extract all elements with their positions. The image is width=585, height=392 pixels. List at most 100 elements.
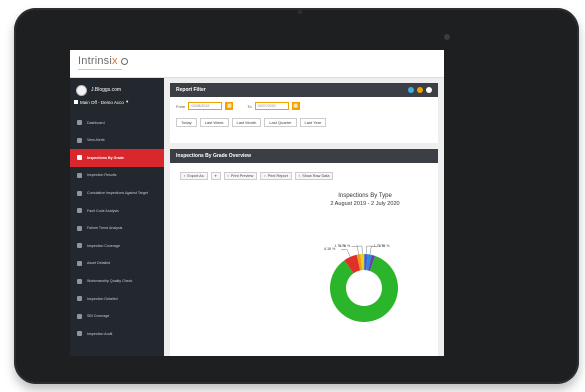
sidebar-item-label: View Alerts — [87, 138, 105, 143]
chevron-down-icon: ▾ — [214, 174, 217, 178]
sidebar-item[interactable]: Asset Detailed — [70, 255, 164, 273]
table-icon: ▪ — [298, 174, 301, 178]
overview-title: Inspections By Grade Overview — [176, 153, 252, 159]
toolbar-button[interactable]: ▪ Print Preview — [223, 172, 258, 180]
list-icon — [77, 173, 82, 179]
sidebar-item-label: Dashboard — [87, 120, 105, 125]
tablet-frame: Intrinsix J.Bloggs.com Main Off - Demo A… — [14, 8, 579, 384]
sidebar-item-label: Fault Code Analysis — [87, 208, 119, 213]
quick-range-button[interactable]: Last Quarter — [264, 118, 297, 127]
sidebar-item-label: SBI Coverage — [87, 314, 110, 319]
user-profile[interactable]: J.Bloggs.com — [76, 84, 121, 96]
toolbar-button[interactable]: ▪ Export As — [180, 172, 208, 180]
sidebar-item-label: Failure Trend Analysis — [87, 226, 123, 231]
slice-leader-line — [341, 249, 351, 257]
sidebar-item[interactable]: Cumulative Inspections Against Target — [70, 184, 164, 202]
panel-controls — [408, 87, 432, 93]
toolbar-button-label: Show Raw Data — [302, 174, 330, 178]
sidebar-item[interactable]: Inspection Coverage — [70, 237, 164, 255]
code-icon — [77, 208, 82, 214]
warning-icon — [77, 137, 82, 143]
app-logo[interactable]: Intrinsix — [78, 55, 128, 67]
donut-chart — [330, 245, 398, 322]
slice-leader-line — [365, 245, 373, 255]
overview-header: Inspections By Grade Overview — [170, 149, 438, 163]
date-range: From 02/08/2019 ▦ To 02/07/2020 ▦ — [176, 102, 300, 110]
to-date-input[interactable]: 02/07/2020 — [254, 102, 289, 110]
toolbar-button-label: Print Report — [267, 174, 288, 178]
sidebar-item-label: Inspection Coverage — [87, 243, 120, 248]
toolbar-button-label: Print Preview — [230, 174, 254, 178]
toolbar-button[interactable]: ▾ — [210, 172, 221, 180]
logo-accent: x — [112, 55, 118, 67]
check-icon — [77, 278, 82, 284]
audit-icon — [77, 331, 82, 337]
office-name: Main Off - Demo Acco — [80, 99, 124, 105]
from-label: From — [176, 103, 186, 109]
grid-icon — [77, 243, 82, 249]
home-icon — [77, 120, 82, 126]
sidebar-item[interactable]: Inspection Detailed — [70, 290, 164, 308]
camera-icon — [444, 34, 450, 40]
quick-range-button[interactable]: Today — [176, 118, 197, 127]
target-icon — [77, 190, 82, 196]
report-filter-title: Report Filter — [176, 87, 206, 93]
sidebar-item[interactable]: Failure Trend Analysis — [70, 220, 164, 238]
sidebar-item[interactable]: Inspection Audit — [70, 325, 164, 343]
app-screen: Intrinsix J.Bloggs.com Main Off - Demo A… — [70, 50, 444, 356]
slice-leader-line — [369, 246, 378, 255]
search-icon: ▪ — [227, 174, 229, 178]
slice-label: 1.76 % — [378, 244, 390, 249]
office-selector[interactable]: Main Off - Demo Acco ▾ — [74, 99, 128, 105]
quick-range-button[interactable]: Last Year — [299, 118, 327, 127]
asset-icon — [77, 261, 82, 267]
coverage-icon — [77, 313, 82, 319]
stage: Intrinsix J.Bloggs.com Main Off - Demo A… — [0, 0, 585, 392]
trend-icon — [77, 225, 82, 231]
logo-mark-icon — [120, 57, 128, 65]
sidebar: J.Bloggs.com Main Off - Demo Acco ▾ Dash… — [70, 78, 164, 356]
sidebar-item[interactable]: Inspections By Grade — [70, 149, 164, 167]
toolbar-button[interactable]: ▪ Show Raw Data — [294, 172, 334, 180]
sidebar-item[interactable]: SBI Coverage — [70, 308, 164, 326]
sidebar-item-label: Asset Detailed — [87, 261, 111, 266]
close-dot-icon[interactable] — [426, 87, 432, 93]
overview-panel: Inspections By Grade Overview ▪ Export As… — [170, 149, 438, 356]
sidebar-item[interactable]: Workmanship Quality Check — [70, 272, 164, 290]
printer-icon: ▪ — [264, 174, 266, 178]
report-filter-panel: Report Filter From 02/08/2019 ▦ To 02/07… — [170, 83, 438, 143]
toolbar-button[interactable]: ▪ Print Report — [260, 172, 292, 180]
calendar-icon[interactable]: ▦ — [225, 102, 234, 110]
chart-icon — [77, 155, 82, 161]
logo-text: Intrinsi — [78, 55, 112, 67]
refresh-dot-icon[interactable] — [417, 87, 423, 93]
sidebar-item[interactable]: Dashboard — [70, 114, 164, 132]
chevron-down-icon: ▾ — [125, 99, 129, 104]
slice-leader-line — [355, 245, 363, 255]
quick-range-button[interactable]: Last Month — [231, 118, 262, 127]
collapse-dot-icon[interactable] — [408, 87, 414, 93]
user-name: J.Bloggs.com — [91, 87, 122, 93]
camera-icon — [298, 10, 302, 14]
sidebar-item-label: Inspections By Grade — [87, 155, 124, 160]
sidebar-item-label: Inspection Audit — [87, 331, 113, 336]
report-filter-header: Report Filter — [170, 83, 438, 97]
quick-range-buttons: Today Last Week Last Month Last Quarter Last… — [176, 118, 327, 127]
chart-area: Inspections By Type 2 August 2019 - 2 Ju… — [170, 187, 438, 356]
sidebar-item-label: Inspection Detailed — [87, 296, 118, 301]
slice-label: 1.76 % — [338, 243, 351, 248]
sidebar-item[interactable]: View Alerts — [70, 132, 164, 150]
calendar-icon[interactable]: ▦ — [291, 102, 300, 110]
slice-leader-line — [351, 246, 359, 255]
quick-range-button[interactable]: Last Week — [199, 118, 229, 127]
to-label: To — [247, 103, 252, 109]
export-icon: ▪ — [184, 174, 186, 178]
from-date-input[interactable]: 02/08/2019 — [188, 102, 223, 110]
sidebar-item-label: Cumulative Inspections Against Target — [87, 190, 148, 195]
toolbar-button-label: Export As — [187, 174, 204, 178]
avatar — [76, 84, 87, 96]
sidebar-item[interactable]: Inspection Results — [70, 167, 164, 185]
sidebar-item[interactable]: Fault Code Analysis — [70, 202, 164, 220]
building-icon — [74, 100, 78, 104]
detail-icon — [77, 296, 82, 302]
